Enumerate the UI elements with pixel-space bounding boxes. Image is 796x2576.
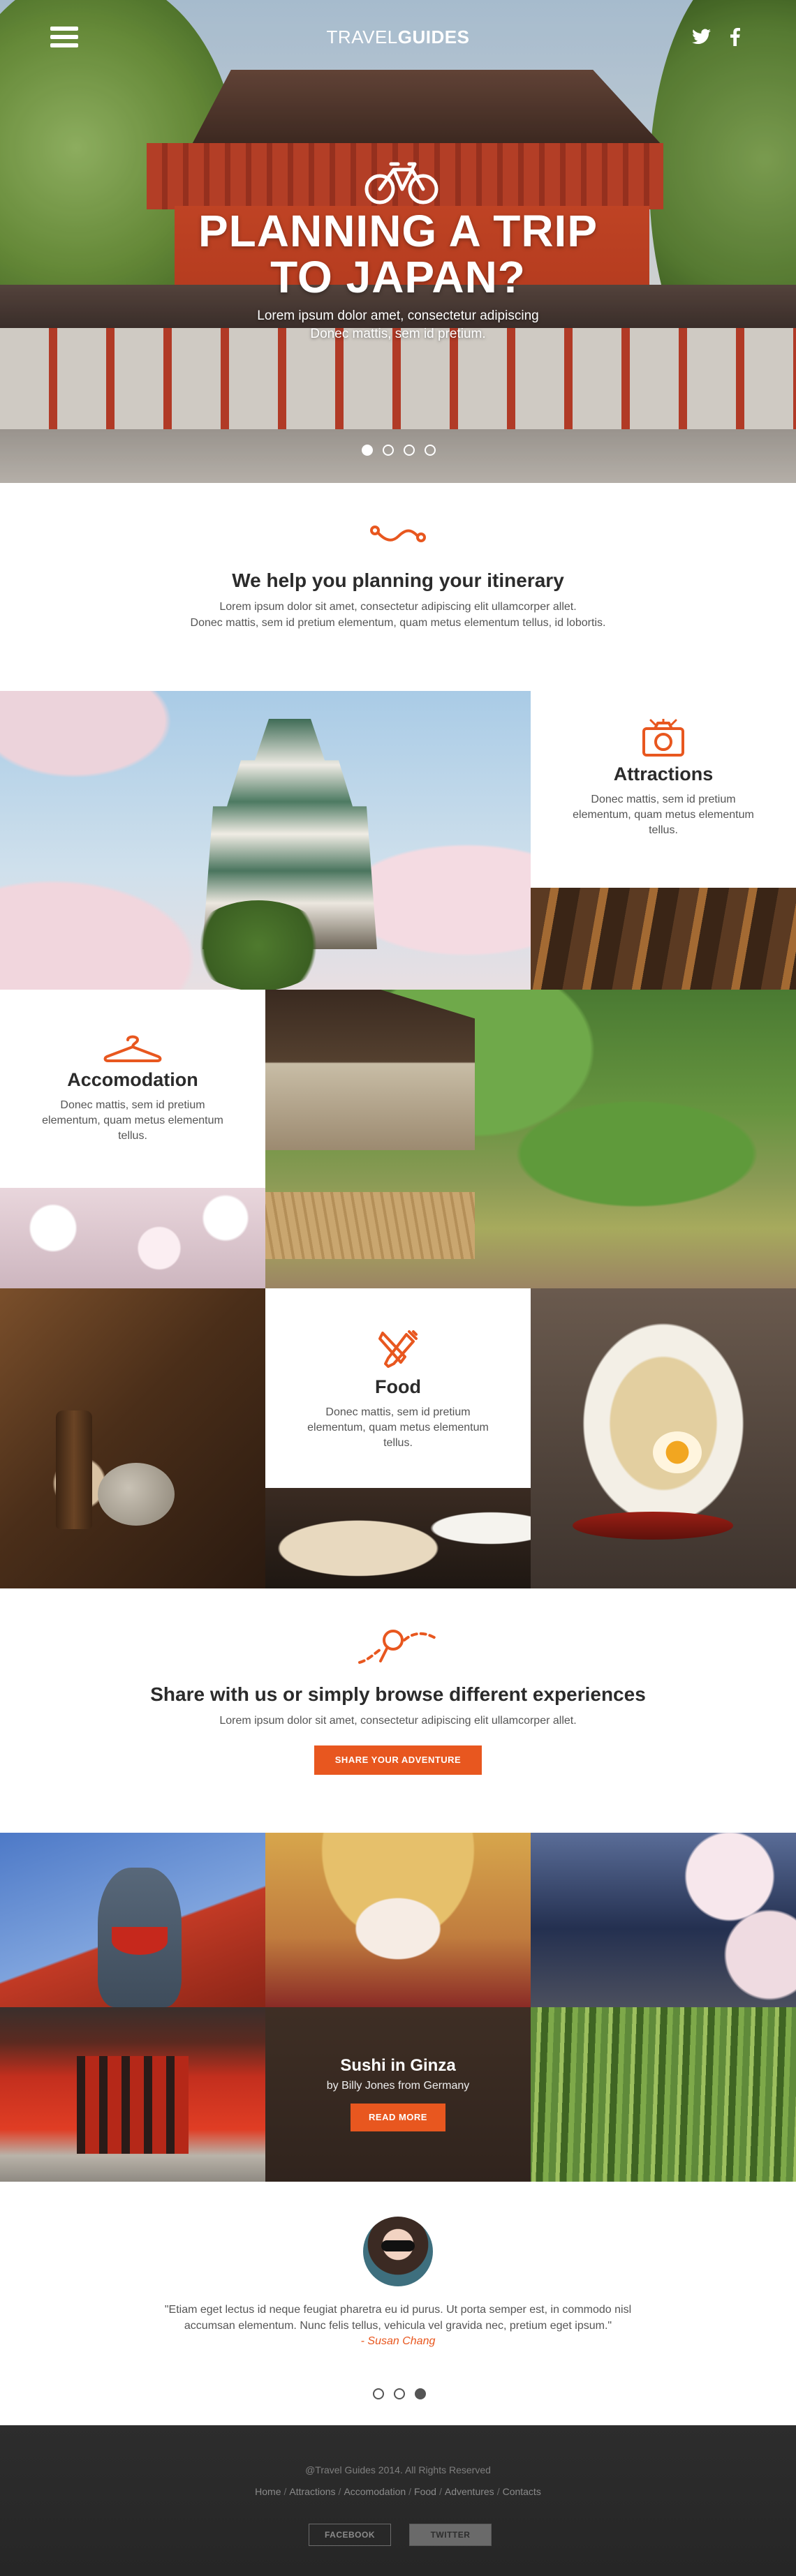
hero-slider-dots	[362, 445, 436, 456]
slider-dot[interactable]	[362, 445, 373, 456]
rice-photo	[265, 1488, 531, 1588]
itinerary-title: We help you planning your itinerary	[232, 569, 564, 591]
castle-photo	[0, 691, 531, 990]
slider-dot[interactable]	[373, 2388, 384, 2399]
food-text: Donec mattis, sem id pretium elementum, …	[307, 1406, 489, 1449]
camera-icon	[642, 719, 684, 757]
testimonial-author: - Susan Chang	[360, 2335, 436, 2347]
food-card[interactable]: Food Donec mattis, sem id pretium elemen…	[265, 1288, 531, 1488]
share-adventure-button[interactable]: SHARE YOUR ADVENTURE	[314, 1745, 482, 1775]
share-title: Share with us or simply browse different…	[150, 1683, 646, 1705]
testimonial-quote: "Etiam eget lectus id neque feugiat phar…	[164, 2304, 632, 2332]
geisha-photo[interactable]	[265, 1833, 531, 2007]
fox-statue-photo[interactable]	[0, 1833, 265, 2007]
slider-dot[interactable]	[415, 2388, 426, 2399]
header-social	[691, 27, 746, 47]
brand-logo[interactable]: TRAVELGUIDES	[0, 27, 796, 48]
accomodation-card[interactable]: Accomodation Donec mattis, sem id pretiu…	[0, 990, 265, 1188]
featured-story-sushi[interactable]: Sushi in Ginza by Billy Jones from Germa…	[265, 2007, 531, 2182]
attractions-card[interactable]: Attractions Donec mattis, sem id pretium…	[531, 691, 796, 888]
ladles-photo	[531, 888, 796, 990]
footer-link-adventures[interactable]: Adventures	[445, 2486, 494, 2497]
testimonial: "Etiam eget lectus id neque feugiat phar…	[0, 2302, 796, 2348]
map-pin-path-icon	[358, 1630, 438, 1664]
accomodation-text: Donec mattis, sem id pretium elementum, …	[42, 1099, 223, 1142]
read-more-button[interactable]: READ MORE	[351, 2104, 445, 2131]
featured-byline: by Billy Jones from Germany	[326, 2080, 470, 2092]
shrine-photo[interactable]	[0, 2007, 265, 2182]
footer-link-food[interactable]: Food	[414, 2486, 436, 2497]
footer-link-contacts[interactable]: Contacts	[503, 2486, 541, 2497]
share-text: Lorem ipsum dolor sit amet, consectetur …	[219, 1715, 577, 1727]
footer-link-attractions[interactable]: Attractions	[289, 2486, 335, 2497]
facebook-icon[interactable]	[725, 27, 746, 47]
blossom-photo	[0, 1188, 265, 1288]
attractions-title: Attractions	[613, 764, 714, 784]
attractions-text: Donec mattis, sem id pretium elementum, …	[573, 794, 754, 836]
blossom-roof-photo[interactable]	[531, 1833, 796, 2007]
avatar	[363, 2217, 433, 2286]
testimonial-slider-dots	[373, 2388, 426, 2399]
slider-dot[interactable]	[425, 445, 436, 456]
share-section: Share with us or simply browse different…	[0, 1628, 796, 1775]
hero-banner: TRAVELGUIDES PLANNING A TRIP TO JAPAN? L…	[0, 0, 796, 483]
hero-subtitle: Lorem ipsum dolor amet, consectetur adip…	[257, 308, 539, 341]
footer-link-home[interactable]: Home	[255, 2486, 281, 2497]
itinerary-section: We help you planning your itinerary Lore…	[0, 516, 796, 631]
hanger-icon	[103, 1035, 162, 1062]
fork-knife-icon	[378, 1330, 418, 1368]
facebook-button[interactable]: FACEBOOK	[309, 2524, 391, 2546]
hero-title: PLANNING A TRIP TO JAPAN?	[198, 206, 598, 302]
accomodation-title: Accomodation	[67, 1069, 198, 1090]
route-icon	[370, 526, 426, 542]
featured-title: Sushi in Ginza	[340, 2056, 456, 2075]
copyright: @Travel Guides 2014. All Rights Reserved	[305, 2464, 491, 2476]
bicycle-icon	[364, 162, 438, 204]
slider-dot[interactable]	[383, 445, 394, 456]
footer-nav: Home / Attractions / Accomodation / Food / Adven…	[255, 2486, 541, 2497]
ramen-photo	[531, 1288, 796, 1588]
footer: @Travel Guides 2014. All Rights Reserved…	[0, 2425, 796, 2576]
footer-social-buttons: FACEBOOK TWITTER	[309, 2524, 492, 2546]
food-title: Food	[375, 1376, 421, 1397]
footer-link-accomodation[interactable]: Accomodation	[344, 2486, 406, 2497]
bamboo-photo[interactable]	[531, 2007, 796, 2182]
itinerary-text: Lorem ipsum dolor sit amet, consectetur …	[190, 601, 606, 629]
twitter-button[interactable]: TWITTER	[409, 2524, 492, 2546]
slider-dot[interactable]	[404, 445, 415, 456]
slider-dot[interactable]	[394, 2388, 405, 2399]
sake-photo	[0, 1288, 265, 1588]
twitter-icon[interactable]	[691, 27, 712, 47]
garden-photo	[265, 990, 796, 1288]
